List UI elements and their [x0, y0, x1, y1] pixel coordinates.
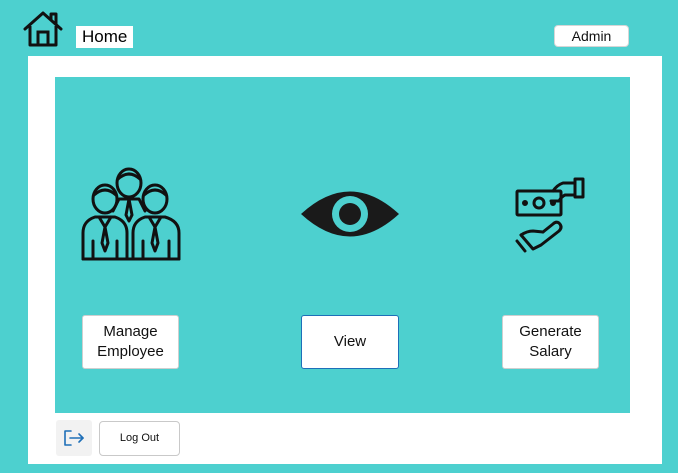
view-button[interactable]: View	[301, 315, 399, 369]
action-panel: Manage Employee View Generate Salary	[55, 77, 630, 413]
admin-button[interactable]: Admin	[554, 25, 629, 47]
logout-button[interactable]: Log Out	[99, 421, 180, 456]
page-title: Home	[76, 26, 134, 48]
generate-salary-label-line2: Salary	[529, 343, 572, 360]
generate-salary-button[interactable]: Generate Salary	[502, 315, 599, 369]
manage-employee-label-line1: Manage	[103, 323, 158, 340]
home-icon[interactable]	[22, 10, 64, 48]
salary-payment-icon	[513, 175, 589, 253]
generate-salary-label-line1: Generate	[519, 323, 582, 340]
main-content: Manage Employee View Generate Salary Log…	[28, 56, 662, 464]
employees-icon	[79, 165, 185, 261]
app-window: Home Admin Manage Employee View Generate…	[0, 0, 678, 473]
logout-icon[interactable]	[56, 420, 92, 456]
manage-employee-button[interactable]: Manage Employee	[82, 315, 179, 369]
eye-icon	[299, 187, 401, 241]
manage-employee-label-line2: Employee	[97, 343, 164, 360]
